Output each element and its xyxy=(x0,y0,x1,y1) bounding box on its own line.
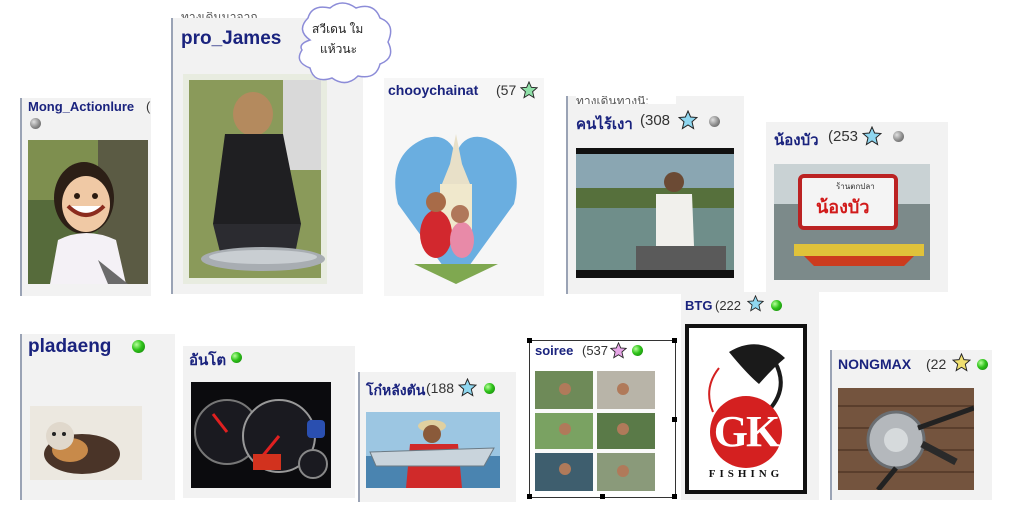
post-count: (537 xyxy=(582,343,609,358)
avatar-photo[interactable] xyxy=(535,371,655,491)
post-count: (222 xyxy=(715,298,742,313)
rank-star-icon xyxy=(610,342,627,359)
online-status-icon xyxy=(977,359,988,370)
user-card-anto: อันโต xyxy=(183,346,355,498)
avatar-photo[interactable] xyxy=(838,388,974,490)
post-count: (188 xyxy=(426,380,455,396)
avatar-photo[interactable] xyxy=(390,114,522,290)
rank-star-icon xyxy=(747,295,764,312)
resize-handle[interactable] xyxy=(527,338,532,343)
username-link[interactable]: อันโต xyxy=(189,348,226,372)
avatar-photo[interactable] xyxy=(28,140,148,284)
rank-star-icon xyxy=(458,378,477,397)
avatar-photo[interactable] xyxy=(30,406,142,480)
user-card-nongbua: น้องบัว (253 ร้านตกปลา น้องบัว xyxy=(766,122,948,292)
user-card-btg: BTG (222 GK FISHING xyxy=(681,292,819,500)
rank-star-icon xyxy=(952,353,971,372)
post-count: (22 xyxy=(926,356,947,372)
avatar-photo[interactable]: ร้านตกปลา น้องบัว xyxy=(774,164,930,280)
resize-handle[interactable] xyxy=(600,494,605,499)
username-link[interactable]: Mong_Actionlure xyxy=(28,99,134,114)
username-link[interactable]: โก๋หลังตัน xyxy=(366,380,425,402)
username-link[interactable]: pladaeng xyxy=(28,336,111,358)
user-card-pladaeng: pladaeng xyxy=(20,334,175,500)
post-count: (253 xyxy=(828,128,859,145)
avatar-photo[interactable] xyxy=(183,74,327,284)
resize-handle[interactable] xyxy=(672,417,677,422)
offline-status-icon xyxy=(30,118,41,129)
logo-letters: GK xyxy=(713,407,780,456)
user-card-nongmax: NONGMAX (22 xyxy=(830,350,992,500)
bubble-line-1: สวีเดน ใม xyxy=(312,22,364,36)
partial-text: ทางเดินนาจาก xyxy=(181,12,281,18)
sign-text: น้องบัว xyxy=(816,197,870,217)
online-status-icon xyxy=(632,345,643,356)
rank-star-icon xyxy=(678,110,698,130)
logo-word: FISHING xyxy=(708,468,784,480)
resize-handle[interactable] xyxy=(672,494,677,499)
user-card-konrai: ทางเดินทางนี้: คนไร้เงา (308 xyxy=(566,96,744,294)
username-link[interactable]: NONGMAX xyxy=(838,356,911,372)
online-status-icon xyxy=(771,300,782,311)
username-link[interactable]: chooychainat xyxy=(388,82,478,98)
bubble-line-2: แห้วนะ xyxy=(320,42,358,56)
username-link[interactable]: soiree xyxy=(535,343,573,358)
username-link[interactable]: BTG xyxy=(685,298,712,313)
user-card-mong: Mong_Actionlure ( xyxy=(20,98,151,296)
user-card-kolang: โก๋หลังตัน (188 xyxy=(358,372,516,502)
resize-handle[interactable] xyxy=(527,494,532,499)
offline-status-icon xyxy=(893,131,904,142)
online-status-icon xyxy=(231,352,242,363)
rank-star-icon xyxy=(520,81,538,99)
resize-handle[interactable] xyxy=(672,338,677,343)
username-link[interactable]: คนไร้เงา xyxy=(576,112,633,136)
avatar-photo[interactable] xyxy=(191,382,331,488)
partial-text: ทางเดินทางนี้: xyxy=(576,96,676,104)
rank-star-icon xyxy=(862,126,882,146)
user-card-chooy: chooychainat (57 xyxy=(384,78,544,296)
thought-bubble: สวีเดน ใม แห้วนะ xyxy=(290,0,400,86)
online-status-icon xyxy=(132,340,145,353)
post-count: (308 xyxy=(640,112,671,129)
username-link[interactable]: pro_James xyxy=(181,28,281,50)
username-suffix: ( xyxy=(146,99,151,114)
avatar-photo[interactable] xyxy=(576,148,734,278)
online-status-icon xyxy=(484,383,495,394)
gk-fishing-logo[interactable]: GK FISHING xyxy=(685,324,807,494)
offline-status-icon xyxy=(709,116,720,127)
post-count: (57 xyxy=(496,82,517,98)
user-card-soiree: soiree (537 xyxy=(527,338,677,499)
username-link[interactable]: น้องบัว xyxy=(774,128,819,152)
avatar-photo[interactable] xyxy=(366,412,500,488)
